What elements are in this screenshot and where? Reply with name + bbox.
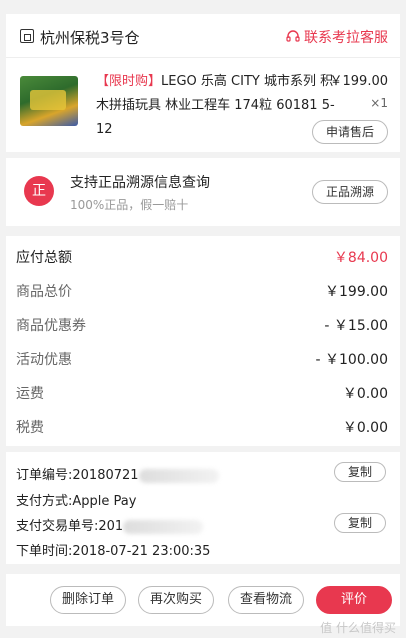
row-label: 商品优惠券: [16, 318, 86, 334]
row-label: 活动优惠: [16, 352, 72, 368]
buy-again-button[interactable]: 再次购买: [138, 586, 214, 614]
order-time: 下单时间:2018-07-21 23:00:35: [16, 544, 211, 559]
redacted-blur: [138, 468, 219, 483]
row-value: ￥199.00: [325, 284, 388, 300]
order-number-value: 20180721: [72, 468, 139, 483]
contact-service-link[interactable]: 联系考拉客服: [286, 27, 388, 47]
product-title[interactable]: 【限时购】LEGO 乐高 CITY 城市系列 积木拼插玩具 林业工程车 174粒…: [96, 70, 336, 142]
view-logistics-button[interactable]: 查看物流: [228, 586, 304, 614]
row-value: ￥0.00: [342, 386, 388, 402]
row-value: - ￥15.00: [324, 318, 388, 334]
row-label: 应付总额: [16, 250, 72, 266]
row-value: ￥0.00: [342, 420, 388, 436]
order-info: 订单编号:20180721 复制 支付方式:Apple Pay 支付交易单号:2…: [6, 452, 400, 564]
transaction-label: 支付交易单号:: [16, 519, 99, 534]
row-label: 商品总价: [16, 284, 72, 300]
transaction-number: 支付交易单号:201: [16, 515, 204, 534]
delete-order-button[interactable]: 删除订单: [50, 586, 126, 614]
row-promotion: 活动优惠 - ￥100.00: [6, 340, 400, 374]
redacted-blur: [123, 519, 204, 534]
order-number: 订单编号:20180721: [16, 464, 219, 483]
flash-sale-tag: 【限时购】: [96, 74, 162, 89]
authentic-badge-icon: 正: [24, 176, 54, 206]
row-coupon: 商品优惠券 - ￥15.00: [6, 306, 400, 340]
headset-icon: [286, 30, 300, 42]
authenticity-trace-card: 正 支持正品溯源信息查询 100%正品，假一赔十 正品溯源: [6, 158, 400, 226]
payment-method: 支付方式:Apple Pay: [16, 494, 137, 509]
warehouse-icon: [20, 29, 34, 43]
contact-service-label: 联系考拉客服: [304, 30, 388, 46]
transaction-value: 201: [98, 519, 124, 534]
product-quantity: ×1: [370, 96, 388, 110]
warehouse-header: 杭州保税3号仓 联系考拉客服: [6, 14, 400, 58]
row-value: ￥84.00: [333, 250, 388, 266]
trace-subtitle: 100%正品，假一赔十: [70, 198, 189, 212]
copy-transaction-number-button[interactable]: 复制: [334, 513, 386, 533]
watermark: 值 什么值得买: [320, 621, 396, 635]
review-button[interactable]: 评价: [316, 586, 392, 614]
row-shipping: 运费 ￥0.00: [6, 374, 400, 408]
product-price: ￥199.00: [329, 74, 389, 89]
authenticity-trace-button[interactable]: 正品溯源: [312, 180, 388, 204]
row-total-due: 应付总额 ￥84.00: [6, 238, 400, 272]
product-thumbnail[interactable]: [20, 76, 78, 126]
row-label: 税费: [16, 420, 44, 436]
price-breakdown: 应付总额 ￥84.00 商品总价 ￥199.00 商品优惠券 - ￥15.00 …: [6, 236, 400, 446]
copy-order-number-button[interactable]: 复制: [334, 462, 386, 482]
product-item[interactable]: 【限时购】LEGO 乐高 CITY 城市系列 积木拼插玩具 林业工程车 174粒…: [6, 58, 400, 152]
row-value: - ￥100.00: [315, 352, 389, 368]
row-tax: 税费 ￥0.00: [6, 408, 400, 442]
row-label: 运费: [16, 386, 44, 402]
trace-title: 支持正品溯源信息查询: [70, 175, 210, 191]
apply-after-sale-button[interactable]: 申请售后: [312, 120, 388, 144]
row-goods-total: 商品总价 ￥199.00: [6, 272, 400, 306]
order-number-label: 订单编号:: [16, 468, 73, 483]
warehouse-title: 杭州保税3号仓: [40, 29, 140, 47]
